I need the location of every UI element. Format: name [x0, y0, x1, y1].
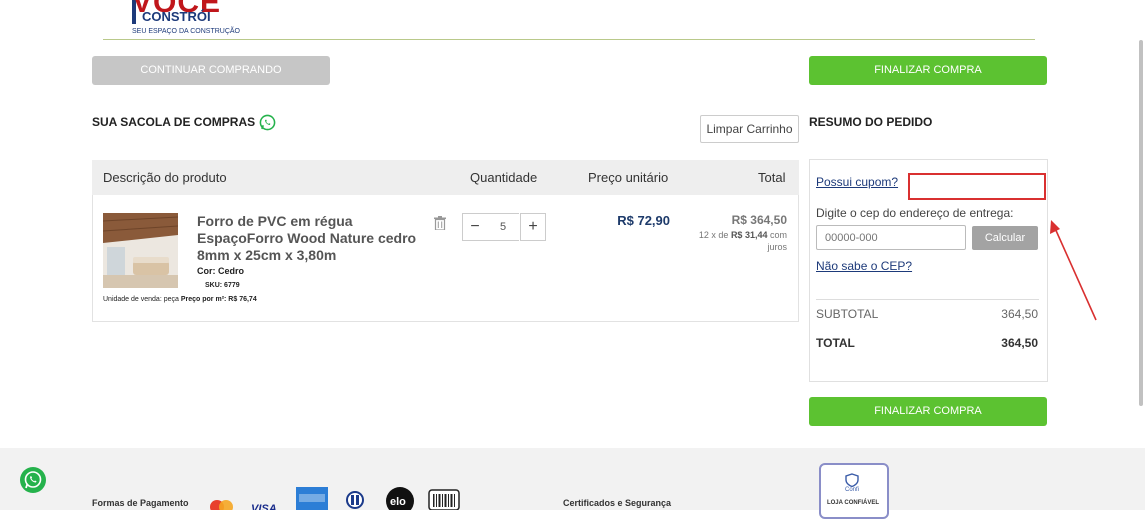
- installment-prefix: 12 x de: [698, 230, 729, 240]
- quantity-decrease-button[interactable]: −: [462, 213, 488, 241]
- summary-divider: [816, 299, 1039, 300]
- svg-text:elo: elo: [390, 496, 406, 508]
- svg-text:VISA: VISA: [251, 503, 277, 510]
- subtotal-value: 364,50: [1001, 307, 1038, 321]
- column-unit-price: Preço unitário: [588, 170, 669, 185]
- mastercard-icon: [210, 500, 233, 510]
- unknown-cep-link[interactable]: Não sabe o CEP?: [816, 259, 912, 273]
- continue-shopping-button[interactable]: CONTINUAR COMPRANDO: [92, 56, 330, 85]
- installment-suffix: com juros: [767, 230, 787, 252]
- cep-label: Digite o cep do endereço de entrega:: [816, 206, 1014, 220]
- page-scrollbar[interactable]: [1139, 40, 1143, 406]
- cart-title: SUA SACOLA DE COMPRAS: [92, 115, 256, 129]
- amex-icon: [296, 487, 328, 510]
- whatsapp-icon[interactable]: [259, 114, 276, 131]
- checkout-button-top[interactable]: FINALIZAR COMPRA: [809, 56, 1047, 85]
- visa-icon: VISA: [251, 503, 277, 510]
- coupon-link[interactable]: Possui cupom?: [816, 175, 898, 189]
- product-sku: SKU: 6779: [205, 282, 240, 289]
- payment-methods-label: Formas de Pagamento: [92, 498, 189, 508]
- clear-cart-button[interactable]: Limpar Carrinho: [700, 115, 799, 143]
- annotation-arrow-icon: [1050, 220, 1097, 321]
- checkout-button-bottom[interactable]: FINALIZAR COMPRA: [809, 397, 1047, 426]
- total-label: TOTAL: [816, 336, 855, 350]
- column-description: Descrição do produto: [103, 170, 227, 185]
- payment-icons: VISA elo: [207, 486, 462, 510]
- annotation-highlight-box: [908, 173, 1046, 200]
- installment-value: R$ 31,44: [730, 230, 768, 240]
- header-divider: [103, 39, 1035, 40]
- unit-price: R$ 72,90: [617, 213, 670, 228]
- product-image[interactable]: [103, 213, 178, 288]
- elo-icon: elo: [386, 487, 414, 510]
- diners-icon: [346, 491, 364, 509]
- calculate-button[interactable]: Calcular: [972, 226, 1038, 250]
- total-value: 364,50: [1001, 336, 1038, 350]
- seal-brand: Confi: [844, 487, 859, 493]
- installment-info: 12 x de R$ 31,44 com juros: [688, 229, 787, 253]
- logo-sub-text[interactable]: CONSTRÓI: [142, 9, 211, 24]
- security-certificates-label: Certificados e Segurança: [563, 498, 672, 508]
- column-total: Total: [758, 170, 786, 185]
- product-color: Cor: Cedro: [197, 266, 244, 276]
- trash-icon[interactable]: [434, 216, 446, 230]
- sale-unit-text: Unidade de venda: peça: [103, 296, 179, 303]
- summary-title: RESUMO DO PEDIDO: [809, 115, 933, 129]
- cep-input[interactable]: [816, 225, 966, 250]
- quantity-input[interactable]: 5: [487, 213, 519, 241]
- boleto-icon: [428, 489, 460, 510]
- seal-label: LOJA CONFIÁVEL: [826, 500, 880, 506]
- subtotal-label: SUBTOTAL: [816, 307, 879, 321]
- quantity-increase-button[interactable]: +: [520, 213, 546, 241]
- price-per-m2: Preço por m²: R$ 76,74: [180, 296, 257, 303]
- product-sale-unit: Unidade de venda: peça Preço por m²: R$ …: [103, 296, 257, 303]
- column-quantity: Quantidade: [470, 170, 538, 185]
- logo-tagline: SEU ESPAÇO DA CONSTRUÇÃO: [132, 28, 241, 35]
- product-name[interactable]: Forro de PVC em régua EspaçoForro Wood N…: [197, 213, 432, 264]
- shield-icon: [845, 473, 859, 487]
- item-total: R$ 364,50: [731, 213, 787, 227]
- whatsapp-float-icon[interactable]: [20, 467, 46, 493]
